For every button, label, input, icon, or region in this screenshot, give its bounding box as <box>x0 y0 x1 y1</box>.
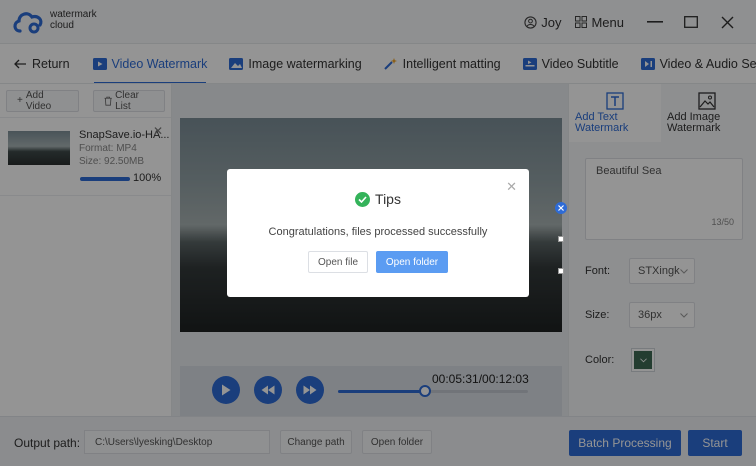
resize-handle[interactable] <box>558 268 564 274</box>
watermark-delete-handle-icon[interactable] <box>555 202 567 214</box>
dialog-open-folder-button[interactable]: Open folder <box>376 251 448 273</box>
dialog-open-folder-label: Open folder <box>385 256 439 268</box>
dialog-title: Tips <box>375 191 401 207</box>
dialog-message: Congratulations, files processed success… <box>268 226 488 238</box>
tips-dialog: ✕ Tips Congratulations, files processed … <box>227 169 529 297</box>
close-icon <box>558 205 564 211</box>
open-file-label: Open file <box>317 256 359 268</box>
resize-handle[interactable] <box>558 236 564 242</box>
success-check-icon <box>355 191 371 207</box>
open-file-button[interactable]: Open file <box>308 251 368 273</box>
